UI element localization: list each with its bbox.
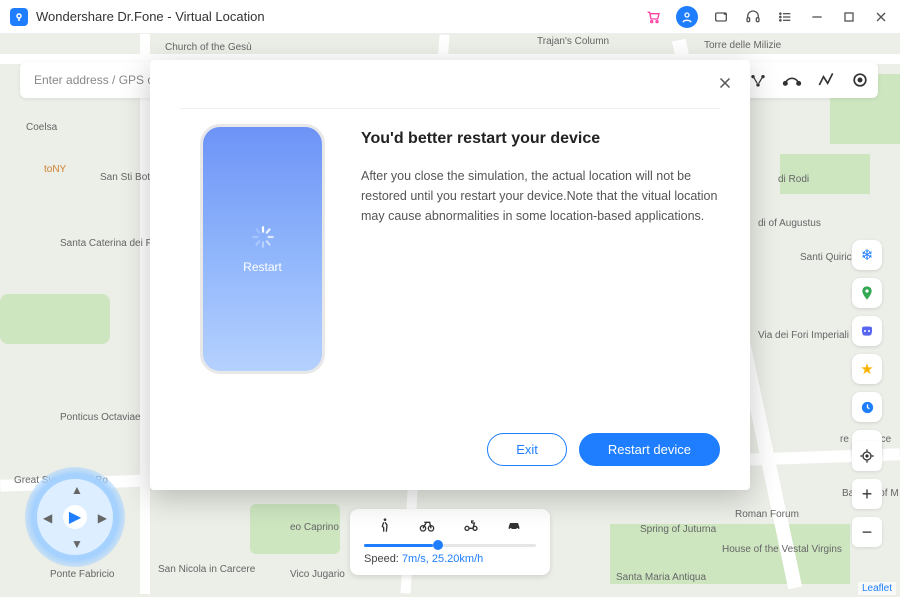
device-illustration: Restart — [200, 124, 325, 374]
joystick-up-icon[interactable]: ▲ — [71, 483, 83, 497]
joystick-right-icon[interactable]: ▶ — [98, 511, 107, 525]
chip-google-maps[interactable] — [852, 278, 882, 308]
map-label: Trajan's Column — [537, 36, 609, 47]
joystick-control[interactable]: ▲ ▼ ◀ ▶ ▶ — [25, 467, 125, 567]
map-label: Torre delle Milizie — [704, 40, 781, 51]
menu-icon[interactable] — [776, 8, 794, 26]
map-controls: + − — [852, 441, 882, 547]
route-mode-icon[interactable] — [816, 70, 836, 90]
map-label: Ponticus Octaviae — [60, 412, 141, 423]
zoom-out-button[interactable]: − — [852, 517, 882, 547]
map-label: eo Caprino — [290, 522, 339, 533]
jump-mode-icon[interactable] — [782, 70, 802, 90]
map-label: Santi Quirico — [800, 252, 857, 263]
map-label: Vico Jugario — [290, 569, 345, 580]
titlebar-actions — [644, 6, 890, 28]
joystick-play-icon[interactable]: ▶ — [63, 505, 87, 529]
restart-modal: Restart You'd better restart your device… — [150, 60, 750, 490]
exit-button[interactable]: Exit — [487, 433, 567, 466]
map-label: Ponte Fabricio — [50, 569, 114, 580]
settings-icon[interactable] — [850, 70, 870, 90]
modal-title: You'd better restart your device — [361, 130, 720, 148]
feedback-icon[interactable] — [712, 8, 730, 26]
map-label: Via dei Fori Imperiali — [758, 330, 849, 341]
titlebar: Wondershare Dr.Fone - Virtual Location — [0, 0, 900, 34]
chip-snowflake[interactable]: ❄ — [852, 240, 882, 270]
car-icon[interactable] — [505, 517, 523, 538]
map-label: Spring of Juturna — [640, 524, 716, 535]
modal-body-text: After you close the simulation, the actu… — [361, 166, 720, 226]
bike-icon[interactable] — [418, 517, 436, 538]
speed-panel: Speed: 7m/s, 25.20km/h — [350, 509, 550, 575]
map-label: Roman Forum — [735, 509, 799, 520]
app-title: Wondershare Dr.Fone - Virtual Location — [36, 9, 644, 24]
support-icon[interactable] — [744, 8, 762, 26]
map-label: di Rodi — [778, 174, 809, 185]
speed-slider[interactable] — [364, 544, 536, 547]
map-label: Coelsa — [26, 122, 57, 133]
mode-toolbar — [740, 62, 878, 98]
map-label: San Nicola in Carcere — [158, 564, 255, 575]
walk-icon[interactable] — [377, 517, 393, 538]
app-logo — [10, 8, 28, 26]
leaflet-attrib[interactable]: Leaflet — [858, 582, 896, 595]
map-label: Santa Maria Antiqua — [616, 572, 706, 583]
loading-spinner-icon — [250, 224, 276, 250]
device-restart-label: Restart — [243, 260, 282, 274]
restart-device-button[interactable]: Restart device — [579, 433, 720, 466]
map-label: di of Augustus — [758, 218, 821, 229]
joystick-down-icon[interactable]: ▼ — [71, 537, 83, 551]
maximize-icon[interactable] — [840, 8, 858, 26]
chip-discord[interactable] — [852, 316, 882, 346]
teleport-mode-icon[interactable] — [748, 70, 768, 90]
speed-readout: Speed: 7m/s, 25.20km/h — [364, 553, 536, 565]
close-icon[interactable] — [872, 8, 890, 26]
scooter-icon[interactable] — [462, 517, 480, 538]
joystick-left-icon[interactable]: ◀ — [43, 511, 52, 525]
cart-icon[interactable] — [644, 8, 662, 26]
chip-clock[interactable] — [852, 392, 882, 422]
map-label: House of the Vestal Virgins — [722, 544, 842, 555]
modal-close-icon[interactable] — [716, 74, 734, 92]
minimize-icon[interactable] — [808, 8, 826, 26]
account-icon[interactable] — [676, 6, 698, 28]
map-label: toNY — [44, 164, 66, 175]
zoom-in-button[interactable]: + — [852, 479, 882, 509]
locate-button[interactable] — [852, 441, 882, 471]
map-label: Church of the Gesù — [165, 42, 252, 53]
chip-star[interactable]: ★ — [852, 354, 882, 384]
side-app-chips: ❄ ★ — [852, 240, 882, 460]
